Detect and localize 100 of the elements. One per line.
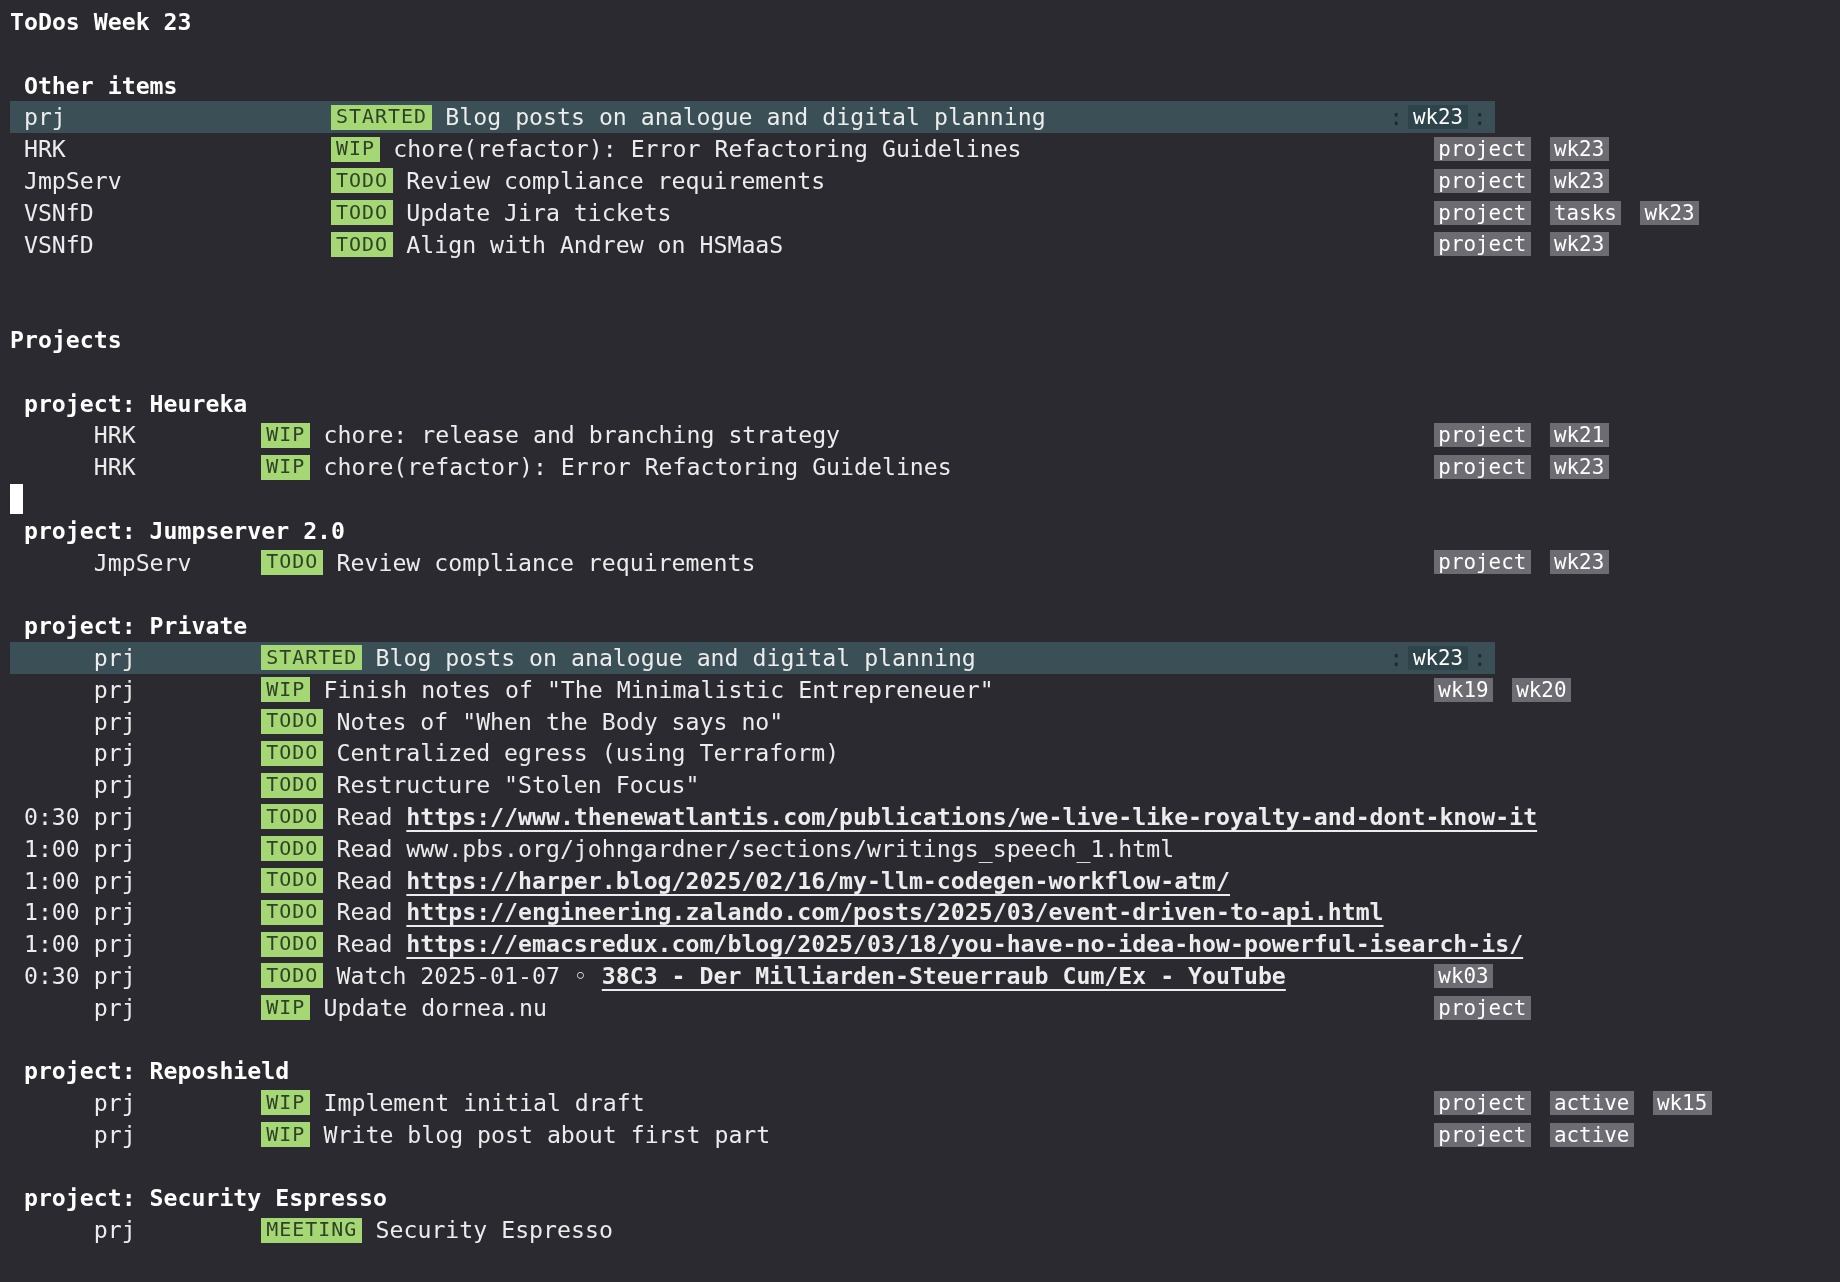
task-title: Finish notes of "The Minimalistic Entrepreneuer" [323,674,994,705]
category-label: prj [93,1088,136,1119]
tag-label: project [1433,1122,1531,1147]
task-title: chore(refactor): Error Refactoring Guidelines [393,134,1022,165]
duration-text: 1:00 [23,897,81,928]
category-label: prj [93,674,136,705]
tag-label: active [1549,1122,1634,1147]
category-label: prj [93,960,136,991]
status-keyword: TODO [261,740,324,766]
duration-text: 1:00 [23,929,81,960]
tag-delimiter: : [1388,642,1405,673]
tag-label: project [1433,423,1531,448]
status-keyword: TODO [261,804,324,830]
duration-text: 1:00 [23,865,81,896]
category-label: VSNfD [23,229,94,260]
task-link[interactable]: https://engineering.zalando.com/posts/2025/03/event-driven-to-api.html [406,896,1384,929]
task-title: chore: release and branching strategy [323,420,841,451]
status-keyword: TODO [331,200,394,226]
tag-label: wk23 [1408,645,1468,670]
tag-label: project [1433,995,1531,1020]
status-keyword: WIP [261,995,311,1021]
status-keyword: TODO [261,899,324,925]
tag-label: wk23 [1640,200,1700,225]
task-title: Update Jira tickets [406,197,672,228]
task-title: Blog posts on analogue and digital planning [445,102,1046,133]
tag-label: wk21 [1549,423,1609,448]
tag-label: project [1433,200,1531,225]
task-title: Write blog post about first part [323,1119,771,1150]
status-keyword: WIP [261,1090,311,1116]
duration-text: 1:00 [23,833,81,864]
task-link[interactable]: https://emacsredux.com/blog/2025/03/18/you-have-no-idea-how-powerful-isearch-is/ [406,928,1524,960]
task-title: Read [336,801,393,832]
task-title: Security Espresso [375,1215,613,1246]
task-link[interactable]: https://harper.blog/2025/02/16/my-llm-codegen-workflow-atm/ [406,864,1230,897]
task-title: Align with Andrew on HSMaaS [406,229,784,260]
group-heading: project: Reposhield [23,1056,290,1087]
status-keyword: TODO [331,231,394,257]
status-keyword: TODO [331,168,394,194]
tag-label: wk20 [1511,677,1571,702]
status-keyword: WIP [331,136,381,162]
status-keyword: TODO [261,772,324,798]
task-link[interactable]: 38C3 - Der Milliarden-Steuerraub Cum/Ex - YouTube [601,959,1286,992]
tag-label: wk23 [1549,168,1609,193]
category-label: prj [23,102,66,133]
task-title: Read [336,865,393,896]
agenda-title: ToDos Week 23 [10,7,192,37]
tag-delimiter: : [1471,102,1488,133]
tag-label: project [1433,455,1531,480]
category-label: HRK [93,420,136,451]
task-title: Centralized egress (using Terraform) [336,738,840,769]
tag-label: project [1433,550,1531,575]
category-label: prj [93,865,136,896]
tag-label: active [1549,1091,1634,1115]
status-keyword: WIP [261,422,311,448]
section-heading: Projects [10,324,122,355]
group-heading: project: Security Espresso [23,1183,387,1214]
tag-label: wk03 [1433,963,1493,988]
status-keyword: TODO [261,836,324,862]
task-title: Update dornea.nu [323,992,547,1023]
task-title: Notes of "When the Body says no" [336,706,784,737]
tag-label: wk23 [1549,232,1609,257]
task-title: Implement initial draft [323,1088,645,1119]
tag-label: tasks [1549,200,1622,225]
category-label: VSNfD [23,197,94,228]
group-heading: project: Private [23,611,248,642]
category-label: prj [93,992,136,1023]
status-keyword: STARTED [331,104,433,130]
tag-label: project [1433,232,1531,257]
category-label: prj [93,833,136,864]
section-heading: Other items [23,70,178,101]
task-title: Read [336,897,393,928]
status-keyword: TODO [261,867,324,893]
duration-text: 0:30 [23,960,81,991]
category-label: JmpServ [23,166,122,196]
task-title: Read [336,929,393,960]
category-label: prj [93,929,136,960]
status-keyword: STARTED [261,645,363,671]
task-title: Review compliance requirements [336,547,756,578]
tag-label: project [1433,1091,1531,1115]
category-label: prj [93,738,136,769]
duration-text: 0:30 [23,801,81,832]
category-label: HRK [93,452,136,483]
category-label: prj [93,642,136,673]
status-keyword: TODO [261,708,324,734]
status-keyword: TODO [261,963,324,989]
task-link[interactable]: https://www.thenewatlantis.com/publications/we-live-like-royalty-and-dont-know-it [406,800,1538,833]
category-label: HRK [23,134,66,165]
task-title: Read www.pbs.org/johngardner/sections/writings_speech_1.html [336,833,1175,865]
task-title: Watch 2025-01-07 ◦ [336,960,588,991]
tag-label: wk23 [1549,137,1609,162]
status-keyword: TODO [261,931,324,957]
task-title: Restructure "Stolen Focus" [336,770,700,801]
task-title: chore(refactor): Error Refactoring Guidelines [323,452,952,483]
category-label: JmpServ [93,547,192,578]
tag-label: wk23 [1408,105,1468,130]
tag-label: wk19 [1433,677,1493,702]
status-keyword: WIP [261,1122,311,1148]
status-keyword: WIP [261,677,311,703]
category-label: prj [93,1215,136,1246]
category-label: prj [93,1119,136,1150]
